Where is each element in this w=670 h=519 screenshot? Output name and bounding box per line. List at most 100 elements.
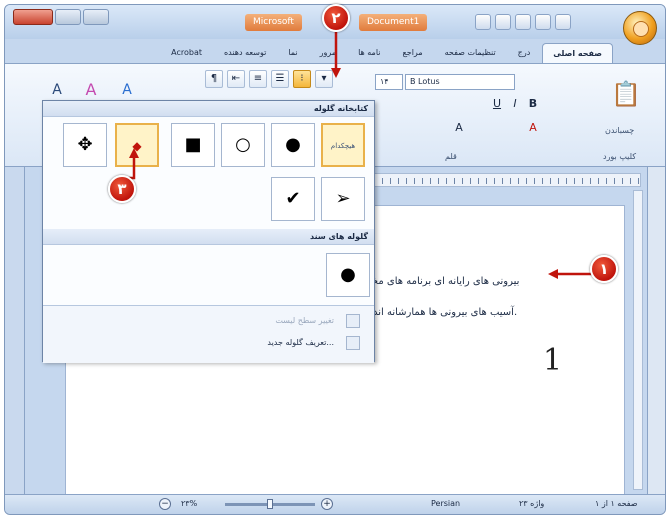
ruler-tick	[390, 178, 391, 184]
sort-icon[interactable]: ¶	[205, 70, 223, 88]
ruler-tick	[430, 178, 431, 184]
multilevel-list-icon[interactable]: ≡	[249, 70, 267, 88]
numbering-icon[interactable]: ☰	[271, 70, 289, 88]
styles-icon[interactable]: A	[83, 82, 99, 98]
bullet-library-header: کتابخانه گلوله	[43, 101, 374, 117]
redo-icon[interactable]	[535, 14, 551, 30]
ruler-tick	[494, 178, 495, 184]
tab-page-layout[interactable]: تنظیمات صفحه	[435, 43, 506, 63]
tab-view[interactable]: نما	[278, 43, 307, 63]
ruler-tick	[446, 178, 447, 184]
font-size-field[interactable]: ۱۴	[375, 74, 403, 90]
zoom-slider[interactable]	[225, 499, 315, 509]
vertical-scrollbar[interactable]	[647, 167, 665, 497]
bullet-none-option[interactable]: هیچکدام	[321, 123, 365, 167]
bullet-hollow-circle-option[interactable]: ○	[221, 123, 265, 167]
document-bullets-header: گلوله های سند	[43, 229, 374, 245]
ruler-tick	[590, 178, 591, 184]
minimize-window-button[interactable]	[83, 9, 109, 25]
tab-references[interactable]: مراجع	[393, 43, 433, 63]
find-icon[interactable]: A	[49, 82, 65, 98]
ruler-tick	[574, 178, 575, 184]
ruler-tick	[534, 178, 535, 184]
ruler-tick	[478, 178, 479, 184]
quick-access-toolbar	[475, 14, 571, 30]
grow-font-icon[interactable]: A	[451, 120, 467, 136]
bullets-button[interactable]: ⁝	[293, 70, 311, 88]
paragraph-toolbar: ¶ ⇤ ≡ ☰ ⁝ ▾	[205, 68, 333, 90]
page-count-status[interactable]: صفحه ۱ از ۱	[595, 499, 638, 508]
define-new-bullet-item[interactable]: تعریف گلوله جدید...	[267, 338, 334, 347]
ruler-tick	[518, 178, 519, 184]
document-bullet-option[interactable]: ●	[326, 253, 370, 297]
tab-acrobat[interactable]: Acrobat	[161, 43, 212, 63]
tab-mailings[interactable]: نامه ها	[348, 43, 390, 63]
change-level-icon	[346, 314, 360, 328]
ruler-tick	[470, 178, 471, 184]
language-status[interactable]: Persian	[431, 499, 460, 508]
document-line-2[interactable]: آسیب های بیرونی ها همارشانه اند.	[373, 307, 517, 318]
change-styles-icon[interactable]: A	[119, 82, 135, 98]
font-name-field[interactable]: B Lotus	[405, 74, 515, 90]
ruler-tick	[422, 178, 423, 184]
ruler-tick	[414, 178, 415, 184]
office-logo-icon	[633, 21, 649, 37]
ruler-tick	[438, 178, 439, 184]
callout-step-1: ۱	[590, 255, 618, 283]
bullet-checkmark-option[interactable]: ✔	[271, 177, 315, 221]
decrease-indent-icon[interactable]: ⇤	[227, 70, 245, 88]
callout-arrow-1	[548, 269, 592, 279]
tab-developer[interactable]: توسعه دهنده	[214, 43, 276, 63]
ruler-tick	[382, 178, 383, 184]
ruler-tick	[542, 178, 543, 184]
document-numeral: 1	[543, 343, 563, 378]
tab-insert[interactable]: درج	[508, 43, 541, 63]
bullet-four-diamond-option[interactable]: ✥	[63, 123, 107, 167]
zoom-out-button[interactable]: −	[159, 498, 171, 510]
bullet-menu-footer: تغییر سطح لیست تعریف گلوله جدید...	[43, 305, 374, 363]
ruler-tick	[462, 178, 463, 184]
vertical-ruler	[633, 190, 643, 490]
ruler-tick	[558, 178, 559, 184]
bold-icon[interactable]: B	[525, 96, 541, 112]
callout-arrow-2	[331, 32, 341, 78]
ruler-tick	[550, 178, 551, 184]
app-title: Microsoft	[245, 14, 302, 31]
office-button[interactable]	[623, 11, 657, 45]
font-color-icon[interactable]: A	[525, 120, 541, 136]
ruler-tick	[598, 178, 599, 184]
callout-step-3: ۳	[108, 175, 136, 203]
zoom-slider-knob[interactable]	[267, 499, 273, 509]
change-list-level-item[interactable]: تغییر سطح لیست	[275, 316, 334, 325]
ruler-tick	[566, 178, 567, 184]
save-icon[interactable]	[555, 14, 571, 30]
italic-icon[interactable]: I	[507, 96, 523, 112]
bullet-filled-circle-option[interactable]: ●	[271, 123, 315, 167]
zoom-level[interactable]: ۲۳%	[181, 499, 197, 508]
new-document-icon[interactable]	[475, 14, 491, 30]
ruler-tick	[486, 178, 487, 184]
callout-step-2: ۲	[322, 4, 350, 32]
underline-icon[interactable]: U	[489, 96, 505, 112]
ruler-tick	[582, 178, 583, 184]
bullet-arrowhead-option[interactable]: ➢	[321, 177, 365, 221]
ruler-tick	[630, 178, 631, 184]
open-folder-icon[interactable]	[495, 14, 511, 30]
bullet-square-option[interactable]: ■	[171, 123, 215, 167]
undo-icon[interactable]	[515, 14, 531, 30]
document-line-1[interactable]: بیرونی های رایانه ای برنامه های مخرب	[357, 276, 519, 287]
maximize-window-button[interactable]	[55, 9, 81, 25]
close-window-button[interactable]	[13, 9, 53, 25]
tab-home[interactable]: صفحه اصلی	[542, 43, 613, 63]
font-group-label: قلم	[445, 152, 457, 161]
ruler-tick	[606, 178, 607, 184]
ruler-tick	[398, 178, 399, 184]
ruler-tick	[638, 178, 639, 184]
left-margin-bar	[5, 167, 25, 497]
word-count-status[interactable]: واژه ۲۳	[519, 499, 544, 508]
document-title: Document1	[359, 14, 428, 31]
clipboard-group-label: کلیپ بورد	[603, 152, 637, 161]
paste-icon[interactable]: 📋	[611, 82, 641, 122]
zoom-in-button[interactable]: +	[321, 498, 333, 510]
ruler-tick	[526, 178, 527, 184]
